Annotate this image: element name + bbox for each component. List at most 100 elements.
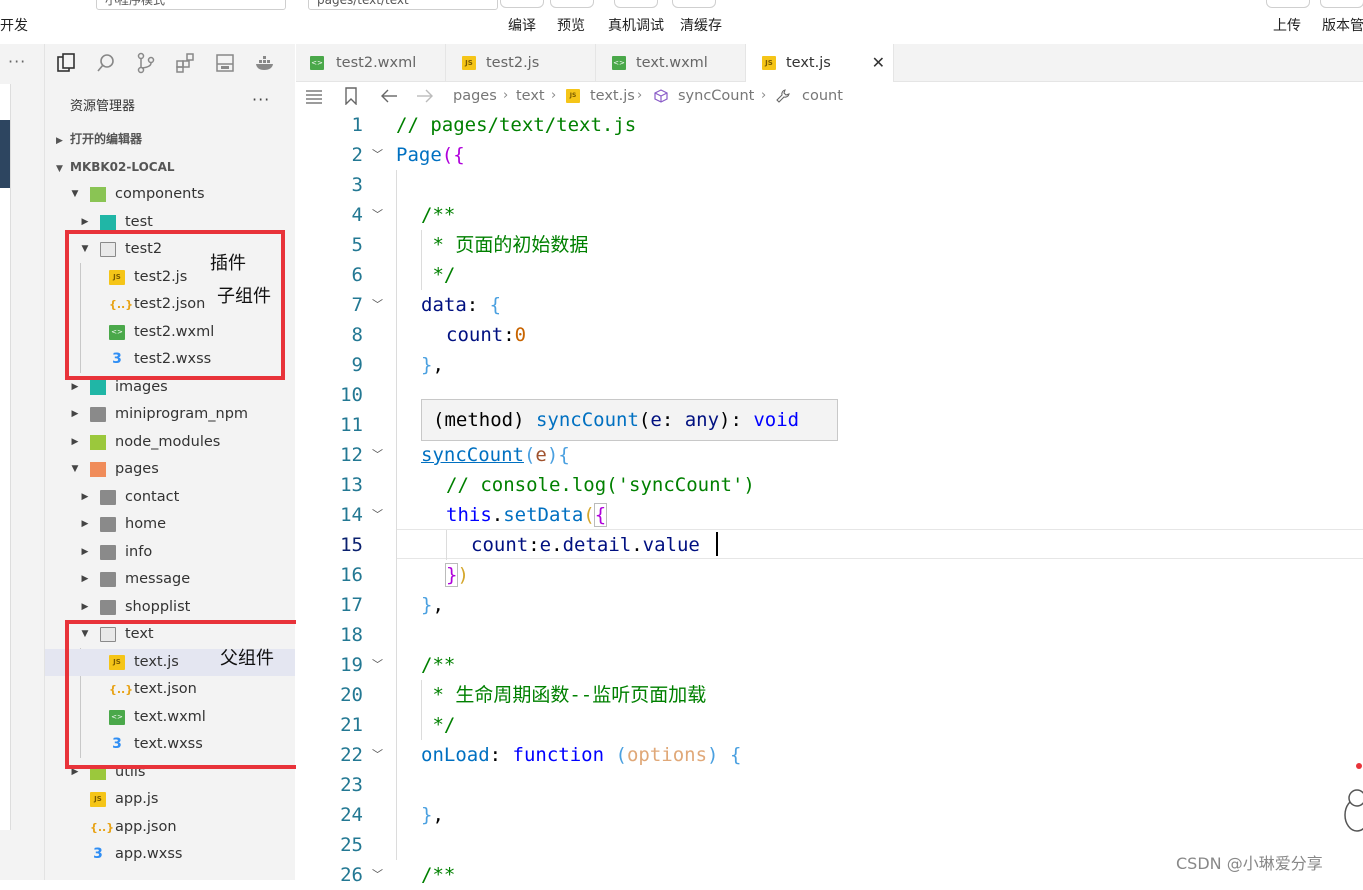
search-icon[interactable] xyxy=(95,52,117,74)
tab-label: test2.js xyxy=(486,55,540,71)
code-line-16: }) xyxy=(444,560,469,590)
tree-item[interactable]: ▶ home xyxy=(45,511,295,538)
chevron-right-icon[interactable]: ▶ xyxy=(70,429,80,456)
comment-token: * 生命周期函数--监听页面加载 xyxy=(421,684,707,706)
breadcrumb-item[interactable]: text.js xyxy=(590,87,635,105)
version-icon[interactable] xyxy=(1320,0,1363,8)
tree-item-label: home xyxy=(125,516,167,532)
fold-chevron-icon[interactable]: ﹀ xyxy=(372,140,383,170)
bookmark-icon[interactable] xyxy=(344,87,358,105)
chevron-down-icon[interactable]: ▼ xyxy=(70,181,80,208)
wxml-file-icon: <> xyxy=(310,56,324,70)
tab-label: test2.wxml xyxy=(336,55,417,71)
keyword-token: this xyxy=(446,504,492,526)
real-device-debug-button[interactable]: 真机调试 xyxy=(608,17,664,35)
fold-chevron-icon[interactable]: ﹀ xyxy=(372,650,383,680)
close-icon[interactable]: ✕ xyxy=(872,44,885,82)
fold-chevron-icon[interactable]: ﹀ xyxy=(372,860,383,890)
folder-icon xyxy=(100,489,116,505)
files-icon[interactable] xyxy=(55,52,77,74)
breadcrumb-item[interactable]: count xyxy=(802,87,843,105)
tree-item[interactable]: JS app.js xyxy=(45,786,295,813)
number-token: 0 xyxy=(514,324,527,346)
tree-item-label: node_modules xyxy=(115,433,221,450)
forward-arrow-icon[interactable] xyxy=(416,88,434,104)
upload-icon[interactable] xyxy=(1266,0,1310,8)
breadcrumb-item[interactable]: pages xyxy=(453,87,497,105)
breadcrumb-separator-icon: › xyxy=(551,88,557,103)
tree-item[interactable]: ▼ pages xyxy=(45,456,295,483)
project-section[interactable]: ▼ MKBK02-LOCAL xyxy=(45,154,295,180)
docker-icon[interactable] xyxy=(254,52,276,74)
chevron-right-icon[interactable]: ▶ xyxy=(80,511,90,538)
fold-chevron-icon[interactable]: ﹀ xyxy=(372,500,383,530)
fold-chevron-icon[interactable]: ﹀ xyxy=(372,200,383,230)
chevron-right-icon[interactable]: ▶ xyxy=(80,484,90,511)
tree-item[interactable]: ▶ contact xyxy=(45,484,295,511)
explorer-more-icon[interactable]: ··· xyxy=(252,90,270,109)
code-line-1: // pages/text/text.js xyxy=(396,110,636,140)
identifier-token: Page xyxy=(396,144,442,166)
fold-chevron-icon[interactable]: ﹀ xyxy=(372,290,383,320)
tooltip-token: any xyxy=(684,409,720,431)
compile-icon[interactable] xyxy=(500,0,544,8)
tab-text-js[interactable]: JS text.js ✕ xyxy=(746,44,894,82)
line-number: 2 xyxy=(351,144,363,166)
chevron-right-icon[interactable]: ▶ xyxy=(80,594,90,621)
upload-button[interactable]: 上传 xyxy=(1273,17,1301,35)
chevron-right-icon[interactable]: ▶ xyxy=(70,401,80,428)
chevron-right-icon[interactable]: ▶ xyxy=(80,566,90,593)
tooltip-token: ): xyxy=(719,409,754,431)
tab-test2-js[interactable]: JS test2.js xyxy=(446,44,596,82)
folder-icon xyxy=(90,407,106,422)
preview-button[interactable]: 预览 xyxy=(557,17,585,35)
more-icon[interactable]: ··· xyxy=(8,52,26,71)
punctuation-token: . xyxy=(491,504,504,526)
breadcrumb-item[interactable]: text xyxy=(516,87,545,105)
bracket-token: ({ xyxy=(441,144,465,166)
tree-item-label: shopplist xyxy=(125,598,191,615)
breadcrumb-item[interactable]: syncCount xyxy=(678,87,754,105)
tree-item[interactable]: ▶ miniprogram_npm xyxy=(45,401,295,428)
version-manage-button[interactable]: 版本管 xyxy=(1322,17,1363,35)
clear-cache-icon[interactable] xyxy=(672,0,716,8)
line-number: 12 xyxy=(340,444,363,466)
json-file-icon: {..} xyxy=(90,820,115,834)
back-arrow-icon[interactable] xyxy=(380,88,398,104)
compile-button[interactable]: 编译 xyxy=(508,17,536,35)
chevron-right-icon[interactable]: ▶ xyxy=(80,539,90,566)
source-control-icon[interactable] xyxy=(135,52,157,74)
bracket-token: } xyxy=(421,804,433,826)
tab-test2-wxml[interactable]: <> test2.wxml xyxy=(296,44,446,82)
wrench-icon xyxy=(776,89,790,103)
tree-item[interactable]: ▶ info xyxy=(45,539,295,566)
chevron-down-icon[interactable]: ▼ xyxy=(70,456,80,483)
tree-item[interactable]: {..} app.json xyxy=(45,814,295,841)
bracket-token: { xyxy=(729,744,742,766)
mode-select[interactable]: 小程序模式 xyxy=(96,0,286,10)
preview-icon[interactable] xyxy=(550,0,594,8)
tree-item[interactable]: ▶ message xyxy=(45,566,295,593)
clear-cache-button[interactable]: 清缓存 xyxy=(680,17,722,35)
extensions-icon[interactable] xyxy=(174,52,196,74)
tree-item[interactable]: ▼ components xyxy=(45,181,295,208)
line-number: 18 xyxy=(340,624,363,646)
list-icon[interactable] xyxy=(305,88,323,104)
tree-item[interactable]: ▶ node_modules xyxy=(45,429,295,456)
compile-path-field[interactable]: pages/text/text xyxy=(308,0,498,10)
bracket-token: { xyxy=(489,294,502,316)
section-label: MKBK02-LOCAL xyxy=(70,160,175,174)
tree-item[interactable]: 3 app.wxss xyxy=(45,841,295,868)
parameter-token: options xyxy=(626,744,708,766)
code-line-21: */ xyxy=(421,710,455,740)
fold-chevron-icon[interactable]: ﹀ xyxy=(372,740,383,770)
tab-text-wxml[interactable]: <> text.wxml xyxy=(596,44,746,82)
layout-icon[interactable] xyxy=(214,52,236,74)
mascot-icon xyxy=(1344,763,1363,832)
fold-chevron-icon[interactable]: ﹀ xyxy=(372,440,383,470)
open-editors-section[interactable]: ▶ 打开的编辑器 xyxy=(45,126,295,152)
bracket-token: ( xyxy=(583,504,595,526)
real-device-debug-icon[interactable] xyxy=(614,0,658,8)
line-number: 22 xyxy=(340,744,363,766)
tree-item[interactable]: ▶ shopplist xyxy=(45,594,295,621)
